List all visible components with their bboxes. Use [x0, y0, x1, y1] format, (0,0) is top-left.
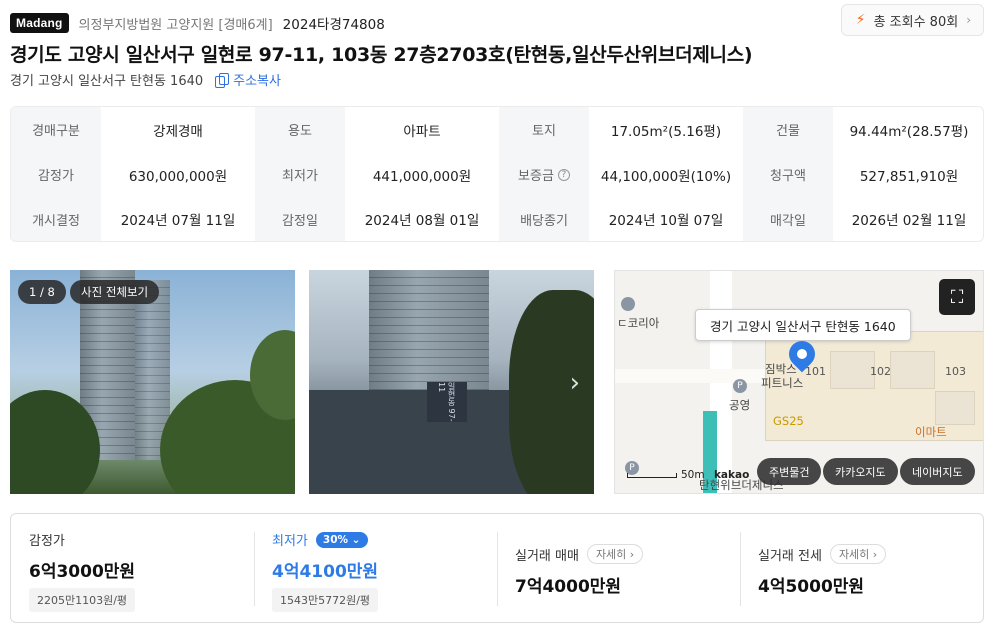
- property-photo-2[interactable]: 일현동 97-11 ›: [309, 270, 594, 494]
- minimum-price-card: 최저가 30% ⌄ 4억4100만원 1543만5772원/평: [254, 514, 497, 622]
- map-label: 이마트: [915, 425, 947, 439]
- map-label: 피트니스: [761, 376, 804, 390]
- info-value: 아파트: [345, 107, 499, 152]
- map-label: GS25: [773, 414, 804, 428]
- info-value: 44,100,000원(10%): [589, 152, 743, 197]
- info-key: 개시결정: [11, 197, 101, 241]
- copy-address-button[interactable]: 주소복사: [215, 70, 281, 89]
- real-jeonse-label-row: 실거래 전세 자세히 ›: [758, 544, 983, 564]
- header-row: Madang 의정부지방법원 고양지원 [경매6계] 2024타경74808 ⚡…: [10, 4, 984, 38]
- scale-bar: [627, 472, 677, 478]
- info-key: 경매구분: [11, 107, 101, 152]
- kakao-map-button[interactable]: 카카오지도: [823, 458, 898, 485]
- view-count-label: 총 조회수 80회: [873, 14, 959, 30]
- info-key: 배당종기: [499, 197, 589, 241]
- appraisal-price-card: 감정가 6억3000만원 2205만1103원/평: [11, 514, 254, 622]
- real-jeonse-detail-button[interactable]: 자세히 ›: [829, 544, 887, 564]
- real-sale-value: 7억4000만원: [515, 577, 622, 597]
- minimum-value: 4억4100만원: [272, 562, 379, 582]
- info-value: 94.44m²(28.57평): [833, 107, 983, 152]
- appraisal-value: 6억3000만원: [29, 562, 136, 582]
- kakao-logo: kakao: [713, 469, 750, 481]
- minimum-label-row: 최저가 30% ⌄: [272, 530, 497, 549]
- building-block: [830, 351, 875, 389]
- map-address-tooltip: 경기 고양시 일산서구 탄현동 1640: [695, 309, 911, 341]
- detail-label: 자세히: [595, 548, 627, 561]
- info-value: 630,000,000원: [101, 152, 255, 197]
- photo-counter: 1 / 8: [18, 280, 66, 304]
- minimum-label: 최저가: [272, 534, 308, 549]
- case-number: 2024타경74808: [282, 17, 385, 33]
- info-key: 청구액: [743, 152, 833, 197]
- next-photo-icon[interactable]: ›: [570, 368, 580, 398]
- deposit-key: 보증금 ?: [499, 152, 589, 197]
- building-block: [935, 391, 975, 425]
- building-number: 102: [870, 365, 891, 378]
- property-title: 경기도 고양시 일산서구 일현로 97-11, 103동 27층2703호(탄현…: [10, 44, 753, 66]
- map-label: ㄷ코리아: [617, 316, 660, 330]
- building-number: 103: [945, 365, 966, 378]
- info-key: 감정가: [11, 152, 101, 197]
- real-sale-label-row: 실거래 매매 자세히 ›: [515, 544, 740, 564]
- info-value: 2024년 08월 01일: [345, 197, 499, 241]
- copy-icon: [215, 72, 230, 88]
- info-value: 17.05m²(5.16평): [589, 107, 743, 152]
- auction-info-table: 경매구분 강제경매 용도 아파트 토지 17.05m²(5.16평) 건물 94…: [10, 106, 984, 242]
- map-scale: 50m kakao: [627, 469, 749, 481]
- real-jeonse-card: 실거래 전세 자세히 › 4억5000만원: [740, 514, 983, 622]
- info-key: 토지: [499, 107, 589, 152]
- copy-address-label: 주소복사: [233, 74, 281, 89]
- court-name: 의정부지방법원 고양지원 [경매6계]: [78, 17, 273, 33]
- property-photo-1[interactable]: 1 / 8 사진 전체보기: [10, 270, 295, 494]
- parking-icon: P: [733, 379, 747, 393]
- fullscreen-icon[interactable]: ⛶: [939, 279, 975, 315]
- discount-badge[interactable]: 30% ⌄: [315, 531, 368, 548]
- real-jeonse-value: 4억5000만원: [758, 577, 865, 597]
- location-map[interactable]: ㄷ코리아 짐박스 피트니스 101 102 103 P 공영 GS25 이마트 …: [614, 270, 984, 494]
- lot-address: 경기 고양시 일산서구 탄현동 1640: [10, 74, 204, 89]
- bolt-icon: ⚡: [855, 12, 866, 28]
- help-icon[interactable]: ?: [557, 168, 570, 181]
- info-value: 강제경매: [101, 107, 255, 152]
- building-block: [890, 351, 935, 389]
- tree-graphic: [509, 290, 594, 494]
- info-value: 441,000,000원: [345, 152, 499, 197]
- real-sale-label: 실거래 매매: [515, 548, 579, 564]
- info-key: 건물: [743, 107, 833, 152]
- scale-label: 50m: [681, 469, 705, 481]
- entrance-graphic: [309, 390, 529, 494]
- building-sign: 일현동 97-11: [427, 382, 467, 422]
- lot-address-row: 경기 고양시 일산서구 탄현동 1640 주소복사: [10, 70, 281, 89]
- info-value: 2024년 10월 07일: [589, 197, 743, 241]
- info-value: 527,851,910원: [833, 152, 983, 197]
- info-key: 최저가: [255, 152, 345, 197]
- real-sale-card: 실거래 매매 자세히 › 7억4000만원: [497, 514, 740, 622]
- info-key: 매각일: [743, 197, 833, 241]
- view-count-button[interactable]: ⚡ 총 조회수 80회 ›: [840, 4, 984, 36]
- detail-label: 자세히: [838, 548, 870, 561]
- real-sale-detail-button[interactable]: 자세히 ›: [586, 544, 644, 564]
- info-key-label: 보증금: [518, 169, 554, 184]
- map-label: 공영: [729, 398, 751, 412]
- madang-logo[interactable]: Madang: [10, 13, 69, 33]
- info-value: 2026년 02월 11일: [833, 197, 983, 241]
- discount-percent: 30%: [322, 533, 349, 546]
- minimum-per-pyeong: 1543만5772원/평: [272, 588, 379, 612]
- info-key: 감정일: [255, 197, 345, 241]
- appraisal-label: 감정가: [29, 534, 65, 549]
- view-all-photos-button[interactable]: 사진 전체보기: [70, 280, 160, 304]
- chevron-right-icon: ›: [966, 13, 971, 27]
- info-value: 2024년 07월 11일: [101, 197, 255, 241]
- poi-icon: [621, 297, 635, 311]
- appraisal-per-pyeong: 2205만1103원/평: [29, 588, 136, 612]
- naver-map-button[interactable]: 네이버지도: [900, 458, 975, 485]
- price-summary-panel: 감정가 6억3000만원 2205만1103원/평 최저가 30% ⌄ 4억41…: [10, 513, 984, 623]
- info-key: 용도: [255, 107, 345, 152]
- building-number: 101: [805, 365, 826, 378]
- real-jeonse-label: 실거래 전세: [758, 548, 822, 564]
- nearby-items-button[interactable]: 주변물건: [757, 458, 822, 485]
